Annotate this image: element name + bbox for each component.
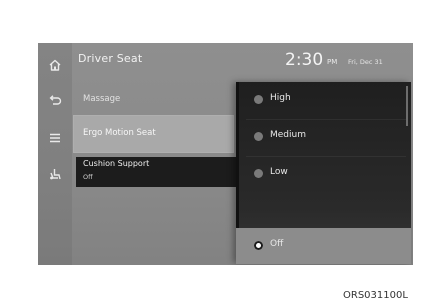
back-icon[interactable]: [47, 92, 63, 108]
figure-code: ORS031100L: [343, 290, 408, 301]
clock-time: 2:30: [285, 50, 324, 70]
menu-item-label: Ergo Motion Seat: [83, 128, 156, 138]
radio-icon: [254, 132, 263, 141]
option-medium[interactable]: Medium: [236, 119, 411, 155]
infotainment-screen: Driver Seat 2:30 PM Fri, Dec 31 Massage …: [38, 43, 413, 265]
radio-icon: [254, 169, 263, 178]
status-bar: Driver Seat 2:30 PM Fri, Dec 31: [38, 43, 413, 81]
date-label: Fri, Dec 31: [348, 58, 383, 66]
option-low[interactable]: Low: [236, 156, 411, 192]
radio-icon: [254, 95, 263, 104]
option-label: Medium: [270, 130, 306, 140]
page-title: Driver Seat: [78, 52, 143, 65]
seat-settings-icon[interactable]: [47, 166, 63, 182]
clock-ampm: PM: [327, 58, 338, 66]
option-off[interactable]: Off: [236, 228, 411, 264]
option-label: Off: [270, 239, 284, 249]
menu-item-value: Off: [83, 173, 93, 181]
menu-item-ergo-motion-seat[interactable]: Ergo Motion Seat: [73, 115, 234, 153]
option-high[interactable]: High: [236, 82, 411, 118]
section-label-massage: Massage: [83, 94, 121, 104]
option-label: High: [270, 93, 291, 103]
menu-icon[interactable]: [47, 130, 63, 146]
radio-selected-icon: [254, 241, 263, 250]
menu-item-cushion-support[interactable]: Cushion Support Off: [76, 157, 236, 187]
menu-item-label: Cushion Support: [83, 159, 150, 168]
intensity-popup: High Medium Low Off: [236, 82, 411, 264]
option-label: Low: [270, 167, 288, 177]
